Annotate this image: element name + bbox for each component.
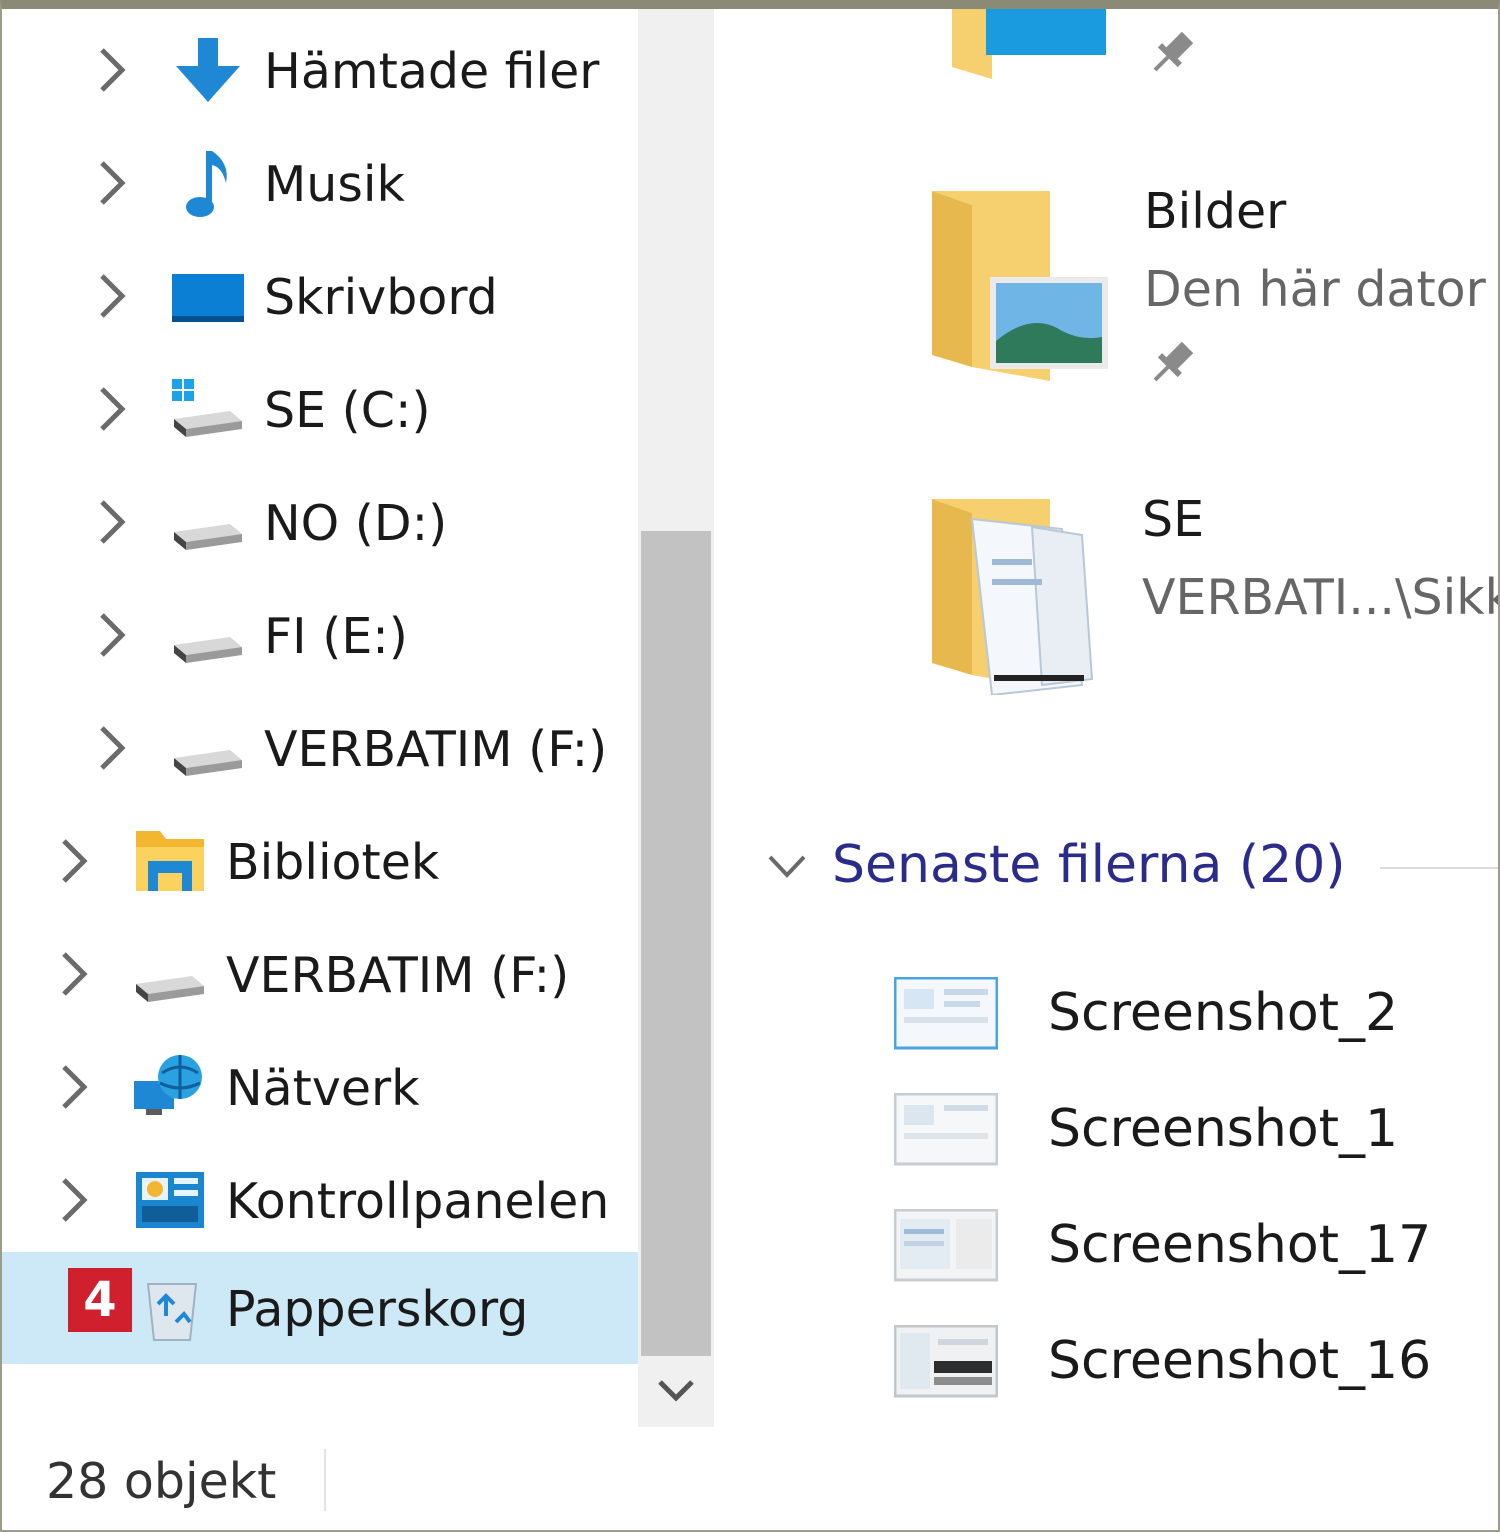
nav-item-label: Skrivbord [264, 269, 498, 326]
nav-item-label: Bibliotek [226, 834, 440, 891]
item-count: 28 objekt [46, 1453, 277, 1510]
chevron-right-icon[interactable] [92, 155, 132, 211]
image-thumbnail-icon [894, 977, 998, 1050]
nav-item-label: Kontrollpanelen [226, 1173, 610, 1230]
recent-file-item[interactable]: Screenshot_17 [886, 1205, 1498, 1315]
image-thumbnail-icon [894, 1325, 998, 1398]
section-title: Senaste filerna (20) [832, 835, 1346, 895]
chevron-right-icon[interactable] [92, 720, 132, 776]
chevron-right-icon[interactable] [54, 946, 94, 1002]
nav-item-downloads[interactable]: Hämtade filer [2, 14, 638, 126]
chevron-right-icon[interactable] [92, 381, 132, 437]
nav-item-network[interactable]: Nätverk [2, 1031, 638, 1143]
recent-file-item[interactable]: Screenshot_1 [886, 1089, 1498, 1199]
nav-item-libraries[interactable]: Bibliotek [2, 805, 638, 917]
folder-with-documents-icon [932, 499, 1094, 695]
quick-access-location: VERBATI...\Sikk [1142, 569, 1498, 626]
nav-item-label: Musik [264, 156, 405, 213]
nav-item-label: FI (E:) [264, 608, 408, 665]
nav-item-music[interactable]: Musik [2, 127, 638, 239]
nav-item-label: Nätverk [226, 1060, 420, 1117]
quick-access-title: SE [1142, 491, 1205, 548]
chevron-down-icon[interactable] [764, 847, 810, 887]
nav-item-drive-e[interactable]: FI (E:) [2, 579, 638, 691]
quick-access-title: Bilder [1144, 183, 1287, 240]
file-name: Screenshot_1 [1048, 1099, 1399, 1159]
quick-access-item-se[interactable]: SE VERBATI...\Sikk [716, 487, 1498, 707]
nav-scrollbar[interactable] [638, 9, 714, 1427]
nav-item-label: Hämtade filer [264, 43, 600, 100]
chevron-down-icon[interactable] [638, 1356, 714, 1427]
folder-icon [952, 9, 1106, 79]
navigation-pane: Hämtade filer Musik Skrivbord SE (C:) NO… [2, 9, 638, 1429]
nav-item-desktop[interactable]: Skrivbord [2, 240, 638, 352]
file-name: Screenshot_2 [1048, 983, 1399, 1043]
nav-item-label: NO (D:) [264, 495, 448, 552]
nav-item-label: VERBATIM (F:) [226, 947, 570, 1004]
nav-item-control-panel[interactable]: Kontrollpanelen [2, 1144, 638, 1256]
nav-item-label: Papperskorg [226, 1281, 529, 1338]
network-icon [134, 1055, 202, 1115]
quick-access-item-pictures[interactable]: Bilder Den här dator [716, 179, 1498, 399]
status-bar: 28 objekt [2, 1429, 1498, 1530]
nav-item-recycle-bin[interactable]: 4 Papperskorg [2, 1252, 638, 1364]
image-thumbnail-icon [894, 1209, 998, 1282]
pin-icon[interactable] [1144, 335, 1200, 391]
recent-files-section-header[interactable]: Senaste filerna (20) [756, 827, 1498, 907]
image-thumbnail-icon [894, 1093, 998, 1166]
nav-item-drive-f[interactable]: VERBATIM (F:) [2, 692, 638, 804]
drive-icon [136, 976, 204, 1002]
chevron-right-icon[interactable] [92, 494, 132, 550]
chevron-right-icon[interactable] [92, 42, 132, 98]
downloads-icon [176, 38, 240, 102]
recent-file-item[interactable]: Screenshot_16 [886, 1321, 1498, 1429]
desktop-icon [172, 274, 244, 322]
quick-access-location: Den här dator [1144, 261, 1486, 318]
pictures-folder-icon [932, 191, 1108, 381]
nav-item-drive-d[interactable]: NO (D:) [2, 466, 638, 578]
chevron-right-icon[interactable] [54, 1059, 94, 1115]
content-pane: Bilder Den här dator SE VERBATI...\Sikk … [716, 9, 1498, 1429]
chevron-right-icon[interactable] [54, 1172, 94, 1228]
nav-item-drive-c[interactable]: SE (C:) [2, 353, 638, 465]
drive-icon [174, 524, 242, 550]
control-panel-icon [136, 1172, 204, 1228]
drive-icon [174, 637, 242, 663]
nav-item-removable-f[interactable]: VERBATIM (F:) [2, 918, 638, 1030]
libraries-icon [136, 831, 204, 891]
recent-file-item[interactable]: Screenshot_2 [886, 973, 1498, 1083]
chevron-right-icon[interactable] [92, 607, 132, 663]
scrollbar-thumb[interactable] [641, 531, 711, 1356]
drive-icon [174, 750, 242, 776]
file-name: Screenshot_17 [1048, 1215, 1432, 1275]
nav-item-label: VERBATIM (F:) [264, 721, 608, 778]
windows-drive-icon [172, 379, 242, 437]
section-divider [1380, 867, 1498, 869]
chevron-right-icon[interactable] [54, 833, 94, 889]
chevron-right-icon[interactable] [92, 268, 132, 324]
status-separator [324, 1449, 326, 1511]
recycle-bin-icon [146, 1283, 198, 1341]
pin-icon[interactable] [1144, 25, 1200, 81]
annotation-badge: 4 [68, 1268, 132, 1332]
music-icon [186, 151, 227, 217]
nav-item-label: SE (C:) [264, 382, 431, 439]
file-name: Screenshot_16 [1048, 1331, 1432, 1391]
